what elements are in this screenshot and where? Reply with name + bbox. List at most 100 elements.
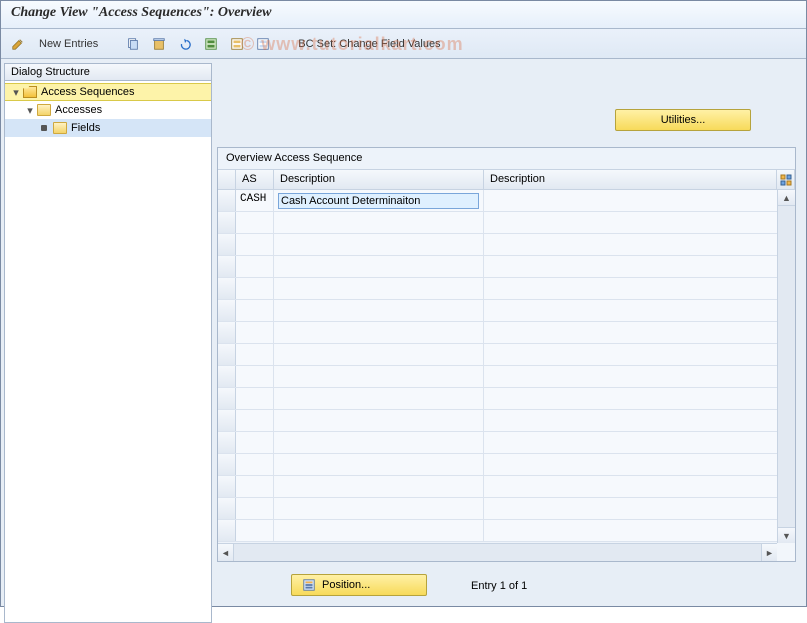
table-row xyxy=(218,454,795,476)
cell-description-2[interactable] xyxy=(484,256,795,277)
cell-description-2[interactable] xyxy=(484,190,795,211)
cell-description[interactable] xyxy=(274,190,484,211)
scroll-left-icon[interactable]: ◄ xyxy=(218,544,234,561)
table-row xyxy=(218,234,795,256)
cell-description[interactable] xyxy=(274,410,484,431)
folder-open-icon xyxy=(23,86,37,98)
utilities-button[interactable]: Utilities... xyxy=(615,109,751,131)
cell-description[interactable] xyxy=(274,256,484,277)
cell-description[interactable] xyxy=(274,344,484,365)
cell-as[interactable]: CASH xyxy=(236,190,274,211)
expand-collapse-icon[interactable]: ▾ xyxy=(23,104,37,117)
tree-node-access-sequences[interactable]: ▾ Access Sequences xyxy=(5,83,211,101)
grid-header-selector[interactable] xyxy=(218,170,236,190)
cell-description[interactable] xyxy=(274,476,484,497)
copy-as-icon[interactable] xyxy=(122,33,144,55)
new-entries-button[interactable]: New Entries xyxy=(33,33,104,55)
cell-description-2[interactable] xyxy=(484,344,795,365)
cell-description[interactable] xyxy=(274,366,484,387)
row-selector[interactable] xyxy=(218,300,236,321)
cell-description[interactable] xyxy=(274,454,484,475)
cell-description-2[interactable] xyxy=(484,366,795,387)
cell-description[interactable] xyxy=(274,432,484,453)
scroll-down-icon[interactable]: ▼ xyxy=(778,527,795,543)
cell-as[interactable] xyxy=(236,344,274,365)
row-selector[interactable] xyxy=(218,520,236,541)
cell-as[interactable] xyxy=(236,300,274,321)
cell-description-2[interactable] xyxy=(484,476,795,497)
cell-as[interactable] xyxy=(236,256,274,277)
cell-description[interactable] xyxy=(274,278,484,299)
scroll-up-icon[interactable]: ▲ xyxy=(778,190,795,206)
cell-description-2[interactable] xyxy=(484,322,795,343)
grid-configure-icon[interactable] xyxy=(777,170,795,190)
cell-description-2[interactable] xyxy=(484,410,795,431)
cell-as[interactable] xyxy=(236,212,274,233)
cell-description-2[interactable] xyxy=(484,212,795,233)
row-selector[interactable] xyxy=(218,234,236,255)
tree-node-fields[interactable]: Fields xyxy=(5,119,211,137)
cell-description-2[interactable] xyxy=(484,388,795,409)
scroll-right-icon[interactable]: ► xyxy=(761,544,777,561)
description-input[interactable] xyxy=(278,193,479,209)
cell-as[interactable] xyxy=(236,322,274,343)
cell-as[interactable] xyxy=(236,234,274,255)
cell-as[interactable] xyxy=(236,278,274,299)
grid-header-description-2[interactable]: Description xyxy=(484,170,777,190)
cell-as[interactable] xyxy=(236,432,274,453)
cell-description-2[interactable] xyxy=(484,300,795,321)
grid-vertical-scrollbar[interactable]: ▲ ▼ xyxy=(777,190,795,543)
delete-icon[interactable] xyxy=(148,33,170,55)
select-block-icon[interactable] xyxy=(226,33,248,55)
row-selector[interactable] xyxy=(218,322,236,343)
utilities-button-label: Utilities... xyxy=(661,114,706,126)
undo-change-icon[interactable] xyxy=(174,33,196,55)
cell-as[interactable] xyxy=(236,366,274,387)
cell-description-2[interactable] xyxy=(484,234,795,255)
row-selector[interactable] xyxy=(218,256,236,277)
row-selector[interactable] xyxy=(218,388,236,409)
row-selector[interactable] xyxy=(218,476,236,497)
grid-header-as[interactable]: AS xyxy=(236,170,274,190)
bc-set-button[interactable]: BC Set: Change Field Values xyxy=(292,33,446,55)
deselect-all-icon[interactable] xyxy=(252,33,274,55)
application-toolbar: New Entries BC Set: Change Field Values xyxy=(1,29,806,59)
row-selector[interactable] xyxy=(218,432,236,453)
select-all-icon[interactable] xyxy=(200,33,222,55)
cell-description-2[interactable] xyxy=(484,454,795,475)
table-row xyxy=(218,366,795,388)
row-selector[interactable] xyxy=(218,212,236,233)
cell-description-2[interactable] xyxy=(484,520,795,541)
cell-as[interactable] xyxy=(236,476,274,497)
row-selector[interactable] xyxy=(218,190,236,211)
row-selector[interactable] xyxy=(218,410,236,431)
cell-description[interactable] xyxy=(274,322,484,343)
cell-description-2[interactable] xyxy=(484,498,795,519)
grid-horizontal-scrollbar[interactable]: ◄ ► xyxy=(218,543,777,561)
cell-as[interactable] xyxy=(236,410,274,431)
row-selector[interactable] xyxy=(218,454,236,475)
table-row xyxy=(218,278,795,300)
row-selector[interactable] xyxy=(218,498,236,519)
cell-as[interactable] xyxy=(236,498,274,519)
grid-header-description[interactable]: Description xyxy=(274,170,484,190)
cell-description-2[interactable] xyxy=(484,278,795,299)
cell-as[interactable] xyxy=(236,520,274,541)
cell-description[interactable] xyxy=(274,388,484,409)
row-selector[interactable] xyxy=(218,278,236,299)
cell-description[interactable] xyxy=(274,212,484,233)
position-button-label: Position... xyxy=(322,579,370,591)
cell-description[interactable] xyxy=(274,234,484,255)
cell-description-2[interactable] xyxy=(484,432,795,453)
toggle-display-change-icon[interactable] xyxy=(7,33,29,55)
cell-as[interactable] xyxy=(236,388,274,409)
row-selector[interactable] xyxy=(218,366,236,387)
tree-node-accesses[interactable]: ▾ Accesses xyxy=(5,101,211,119)
cell-as[interactable] xyxy=(236,454,274,475)
cell-description[interactable] xyxy=(274,498,484,519)
row-selector[interactable] xyxy=(218,344,236,365)
expand-collapse-icon[interactable]: ▾ xyxy=(9,86,23,99)
cell-description[interactable] xyxy=(274,520,484,541)
cell-description[interactable] xyxy=(274,300,484,321)
position-button[interactable]: Position... xyxy=(291,574,427,596)
